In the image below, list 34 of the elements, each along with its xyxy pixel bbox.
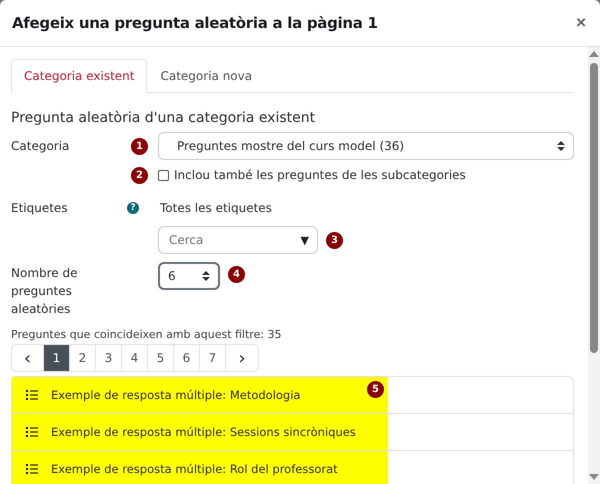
marker-badge: 3 (326, 232, 343, 248)
marker-badge: 1 (131, 138, 148, 154)
caret-icon: ▼ (300, 234, 309, 246)
question-item[interactable]: Exemple de resposta múltiple: Rol del professorat (12, 451, 388, 484)
field-label: Nombre de preguntes aleatòries (11, 265, 78, 318)
sort-arrows-icon (202, 271, 210, 281)
checkbox[interactable] (158, 170, 169, 180)
page-link[interactable]: 1 (44, 345, 70, 371)
tab[interactable]: Categoria nova (147, 59, 266, 93)
list-icon (26, 427, 38, 437)
count-select[interactable]: 6 (158, 262, 220, 290)
tags-value: Totes les etiquetes (160, 201, 272, 215)
section-heading: Pregunta aleatòria d'una categoria existent (11, 110, 316, 126)
close-button[interactable]: × (574, 13, 588, 33)
search-field[interactable]: Cerca ▼ (158, 226, 318, 254)
sort-arrows-icon (557, 141, 565, 151)
filter-count: Preguntes que coincideixen amb aquest filtre: 35 (11, 328, 283, 341)
list-icon (26, 464, 38, 474)
marker-badge: 4 (228, 266, 245, 283)
list-icon (26, 390, 38, 400)
page-link[interactable]: ‹ (12, 345, 44, 371)
field-label: Categoria (11, 139, 70, 153)
question-title: Exemple de resposta múltiple: Sessions sincròniques (51, 425, 356, 439)
category-select[interactable]: Preguntes mostre del curs model (36) (158, 132, 574, 160)
field-label: Etiquetes (11, 201, 69, 215)
tab[interactable]: Categoria existent (11, 59, 148, 93)
help-icon[interactable]: ? (127, 202, 139, 214)
question-item[interactable]: Exemple de resposta múltiple: Sessions sincròniques (12, 414, 388, 450)
dialog-title: Afegeix una pregunta aleatòria a la pàgina 1 (12, 14, 378, 32)
marker-badge: 2 (131, 166, 148, 184)
checkbox-label: Inclou també les preguntes de les subcategories (174, 168, 466, 182)
question-title: Exemple de resposta múltiple: Rol del professorat (51, 462, 338, 476)
scrollbar[interactable] (588, 47, 600, 484)
question-title: Exemple de resposta múltiple: Metodologia (51, 388, 300, 402)
